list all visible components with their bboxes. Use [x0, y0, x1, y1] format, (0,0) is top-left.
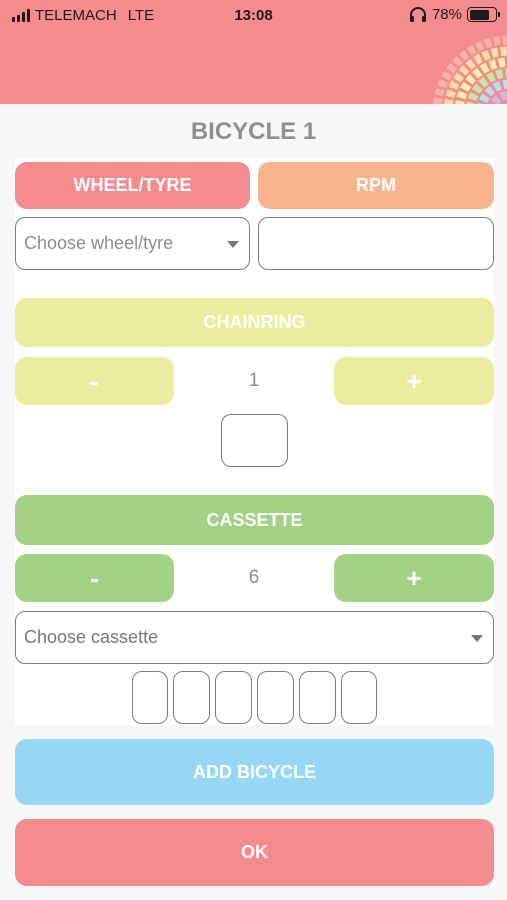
wheel-tyre-header[interactable]: WHEEL/TYRE: [15, 162, 250, 209]
rainbow-logo-icon: [432, 35, 507, 104]
chevron-down-icon: [471, 634, 483, 642]
wheel-tyre-select-placeholder: Choose wheel/tyre: [24, 233, 174, 253]
cassette-sprocket-input[interactable]: [299, 671, 336, 724]
plus-label: +: [406, 365, 422, 396]
cassette-sprocket-input[interactable]: [215, 671, 252, 724]
cassette-sprocket-input[interactable]: [132, 671, 168, 724]
minus-label: -: [90, 365, 99, 396]
cassette-decrement-button[interactable]: -: [15, 554, 174, 602]
ok-button[interactable]: OK: [15, 819, 494, 886]
cassette-sprocket-input[interactable]: [257, 671, 294, 724]
cassette-select-placeholder: Choose cassette: [24, 627, 159, 647]
cassette-sprocket-input[interactable]: [341, 671, 377, 724]
rpm-input[interactable]: [258, 217, 494, 270]
cassette-select[interactable]: Choose cassette: [15, 611, 494, 664]
chainring-teeth-input[interactable]: [221, 414, 288, 467]
chainring-increment-button[interactable]: +: [334, 357, 494, 405]
page-title: BICYCLE 1: [190, 118, 317, 145]
wheel-tyre-select[interactable]: Choose wheel/tyre: [15, 217, 250, 270]
headphones-icon: [409, 6, 426, 22]
app-header: TELEMACH LTE 13:08 78%: [0, 0, 507, 104]
cassette-count: 6: [248, 567, 260, 588]
cassette-sprocket-input[interactable]: [173, 671, 210, 724]
minus-label: -: [90, 562, 99, 593]
chainring-count: 1: [248, 370, 260, 391]
rpm-header[interactable]: RPM: [258, 162, 494, 209]
plus-label: +: [406, 562, 422, 593]
add-bicycle-button[interactable]: ADD BICYCLE: [15, 739, 494, 805]
chainring-decrement-button[interactable]: -: [15, 357, 174, 405]
cassette-header: CASSETTE: [15, 495, 494, 545]
cassette-increment-button[interactable]: +: [334, 554, 494, 602]
chevron-down-icon: [227, 240, 239, 248]
chainring-header: CHAINRING: [15, 298, 494, 347]
